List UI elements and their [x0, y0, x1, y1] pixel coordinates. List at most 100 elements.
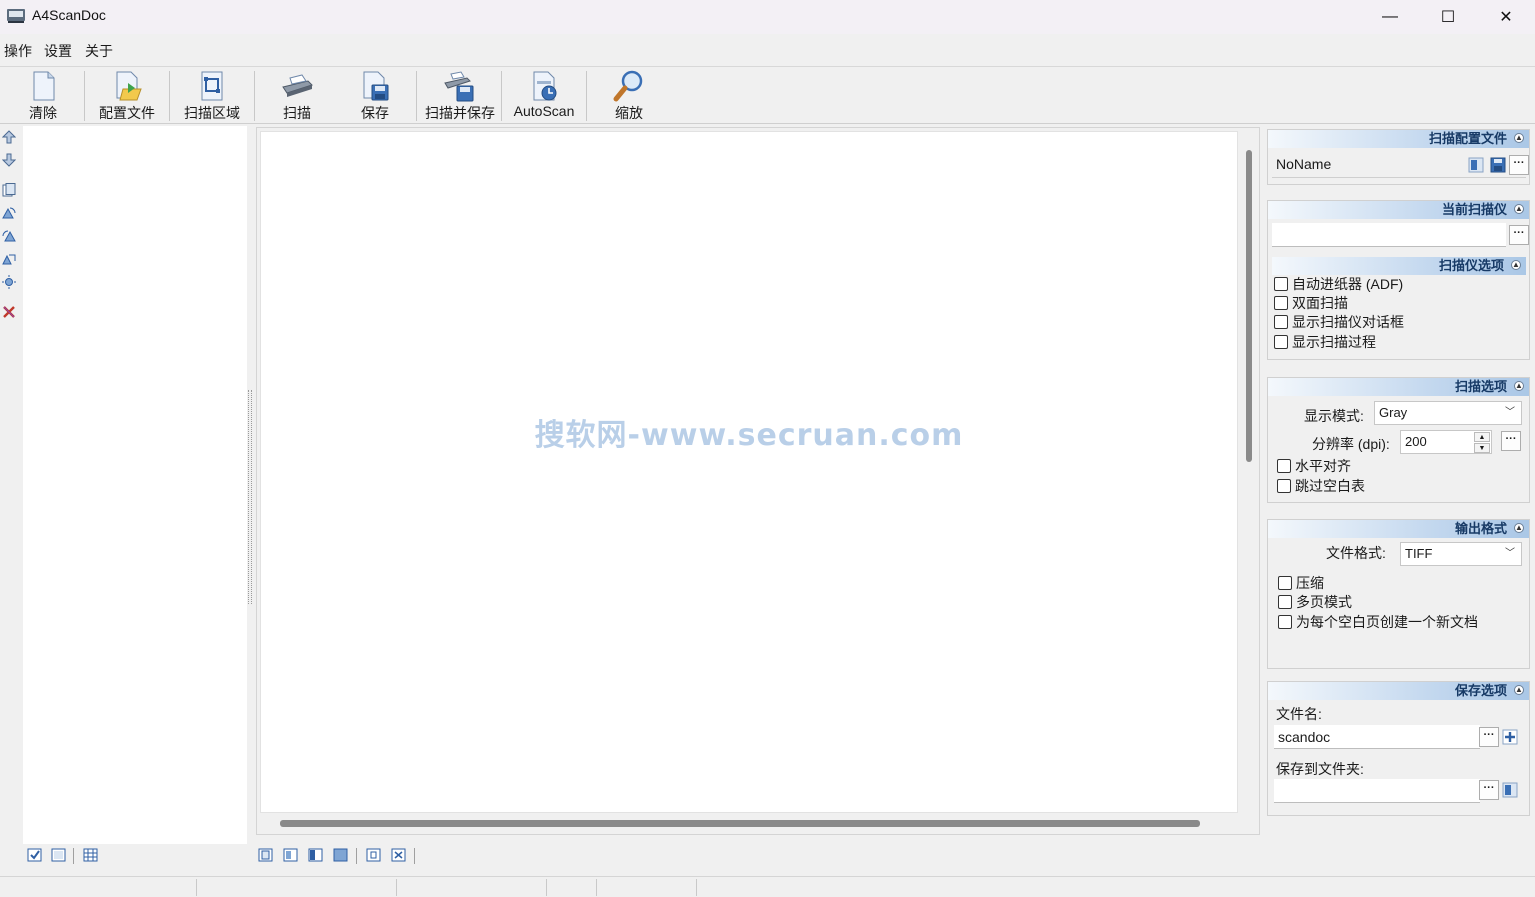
profile-name-value: NoName: [1276, 156, 1332, 172]
copy-page-icon[interactable]: [2, 183, 16, 197]
resolution-more-button[interactable]: ···: [1501, 431, 1521, 451]
profile-button[interactable]: 配置文件: [98, 69, 156, 123]
duplex-label: 双面扫描: [1292, 295, 1348, 311]
single-page-view-icon[interactable]: [258, 848, 274, 862]
resolution-stepper[interactable]: 200 ▲ ▼: [1400, 430, 1492, 454]
collapse-icon[interactable]: ▲: [1514, 204, 1524, 214]
output-format-header[interactable]: 输出格式 ▲: [1268, 520, 1529, 538]
vertical-scrollbar[interactable]: [1246, 150, 1252, 462]
collapse-icon[interactable]: ▲: [1514, 523, 1524, 533]
save-folder-input[interactable]: [1274, 779, 1480, 803]
maximize-button[interactable]: ☐: [1419, 0, 1477, 34]
profile-panel-header[interactable]: 扫描配置文件 ▲: [1268, 130, 1529, 148]
delete-page-icon[interactable]: [2, 305, 16, 319]
fit-height-icon[interactable]: [308, 848, 324, 862]
toolbar: 清除 配置文件 扫描区域 扫描 保存 扫描并保存 AutoScan 缩放: [0, 66, 1535, 124]
show-dialog-checkbox[interactable]: 显示扫描仪对话框: [1274, 312, 1404, 332]
checkbox-box[interactable]: [1274, 277, 1288, 291]
checkbox-box[interactable]: [1278, 595, 1292, 609]
close-preview-icon[interactable]: [391, 848, 407, 862]
scan-and-save-button[interactable]: 扫描并保存: [424, 69, 496, 123]
filename-more-button[interactable]: ···: [1479, 727, 1499, 747]
skip-blank-checkbox[interactable]: 跳过空白表: [1277, 476, 1365, 496]
show-progress-checkbox[interactable]: 显示扫描过程: [1274, 332, 1376, 352]
scanner-panel: 当前扫描仪 ▲ ··· 扫描仪选项 ▲ 自动进纸器 (ADF) 双面扫描 显示扫…: [1267, 200, 1530, 360]
collapse-icon[interactable]: ▲: [1514, 381, 1524, 391]
scanner-options-header[interactable]: 扫描仪选项 ▲: [1272, 257, 1526, 275]
adf-checkbox[interactable]: 自动进纸器 (ADF): [1274, 274, 1403, 294]
grid-view-icon[interactable]: [83, 848, 99, 862]
adf-label: 自动进纸器 (ADF): [1292, 276, 1404, 292]
deselect-all-icon[interactable]: [51, 848, 67, 862]
display-mode-select[interactable]: Gray ﹀: [1374, 401, 1522, 425]
brightness-icon[interactable]: [2, 275, 16, 289]
profile-panel: 扫描配置文件 ▲ NoName ···: [1267, 129, 1530, 185]
deskew-checkbox[interactable]: 水平对齐: [1277, 456, 1351, 476]
move-down-icon[interactable]: [2, 153, 16, 167]
chevron-down-icon: ﹀: [1505, 407, 1515, 418]
scan-area-button[interactable]: 扫描区域: [183, 69, 241, 123]
show-dialog-label: 显示扫描仪对话框: [1292, 314, 1404, 330]
profile-more-button[interactable]: ···: [1509, 155, 1529, 175]
folder-more-button[interactable]: ···: [1479, 780, 1499, 800]
toolbar-separator: [84, 71, 85, 121]
fit-width-icon[interactable]: [283, 848, 299, 862]
checkbox-box[interactable]: [1277, 479, 1291, 493]
actual-size-icon[interactable]: [366, 848, 382, 862]
rotate-right-icon[interactable]: [2, 229, 16, 243]
zoom-button[interactable]: 缩放: [612, 69, 646, 123]
flip-icon[interactable]: [2, 252, 16, 266]
thumbnail-panel[interactable]: [23, 126, 247, 844]
scan-and-save-label: 扫描并保存: [425, 105, 495, 121]
autoscan-button[interactable]: AutoScan: [512, 69, 576, 123]
profile-name-field[interactable]: NoName: [1272, 152, 1526, 178]
menu-about[interactable]: 关于: [85, 41, 113, 61]
compress-checkbox[interactable]: 压缩: [1278, 573, 1324, 593]
stepper-up-icon[interactable]: ▲: [1474, 432, 1490, 442]
duplex-checkbox[interactable]: 双面扫描: [1274, 293, 1348, 313]
select-all-icon[interactable]: [27, 848, 43, 862]
open-profile-icon[interactable]: [1468, 157, 1484, 173]
scan-preview-canvas[interactable]: 搜软网-www.secruan.com: [260, 131, 1238, 813]
save-profile-icon[interactable]: [1490, 157, 1506, 173]
scan-options-header[interactable]: 扫描选项 ▲: [1268, 378, 1529, 396]
checkbox-box[interactable]: [1278, 576, 1292, 590]
multipage-checkbox[interactable]: 多页模式: [1278, 592, 1352, 612]
menu-settings[interactable]: 设置: [44, 41, 72, 61]
save-button[interactable]: 保存: [358, 69, 392, 123]
save-options-header[interactable]: 保存选项 ▲: [1268, 682, 1529, 700]
checkbox-box[interactable]: [1274, 315, 1288, 329]
menu-operation[interactable]: 操作: [4, 41, 32, 61]
new-doc-per-blank-checkbox[interactable]: 为每个空白页创建一个新文档: [1278, 612, 1478, 632]
open-folder-icon[interactable]: [1502, 782, 1518, 798]
collapse-icon[interactable]: ▲: [1511, 260, 1521, 270]
checkbox-box[interactable]: [1274, 335, 1288, 349]
file-format-select[interactable]: TIFF ﹀: [1400, 542, 1522, 566]
fit-page-icon[interactable]: [333, 848, 349, 862]
rotate-left-icon[interactable]: [2, 206, 16, 220]
filename-input[interactable]: scandoc: [1274, 725, 1480, 749]
display-mode-value: Gray: [1379, 405, 1408, 420]
scanner-panel-header[interactable]: 当前扫描仪 ▲: [1268, 201, 1529, 219]
close-button[interactable]: ✕: [1477, 0, 1535, 34]
move-up-icon[interactable]: [2, 130, 16, 144]
add-icon[interactable]: [1502, 729, 1518, 745]
title-bar: A4ScanDoc — ☐ ✕: [0, 0, 1535, 34]
checkbox-box[interactable]: [1274, 296, 1288, 310]
toolbar-separator: [501, 71, 502, 121]
scan-options-panel: 扫描选项 ▲ 显示模式: Gray ﹀ 分辨率 (dpi): 200 ▲ ▼ ·…: [1267, 377, 1530, 503]
splitter-handle[interactable]: [248, 390, 252, 604]
horizontal-scrollbar[interactable]: [280, 820, 1200, 827]
minimize-button[interactable]: —: [1361, 0, 1419, 34]
stepper-down-icon[interactable]: ▼: [1474, 443, 1490, 453]
collapse-icon[interactable]: ▲: [1514, 685, 1524, 695]
clear-button[interactable]: 清除: [26, 69, 60, 123]
resolution-label: 分辨率 (dpi):: [1312, 436, 1390, 452]
checkbox-box[interactable]: [1277, 459, 1291, 473]
scanner-select-button[interactable]: ···: [1509, 225, 1529, 245]
checkbox-box[interactable]: [1278, 615, 1292, 629]
scan-button[interactable]: 扫描: [280, 69, 314, 123]
collapse-icon[interactable]: ▲: [1514, 133, 1524, 143]
scanner-field[interactable]: [1272, 223, 1506, 247]
output-format-panel: 输出格式 ▲ 文件格式: TIFF ﹀ 压缩 多页模式 为每个空白页创建一个新文…: [1267, 519, 1530, 669]
